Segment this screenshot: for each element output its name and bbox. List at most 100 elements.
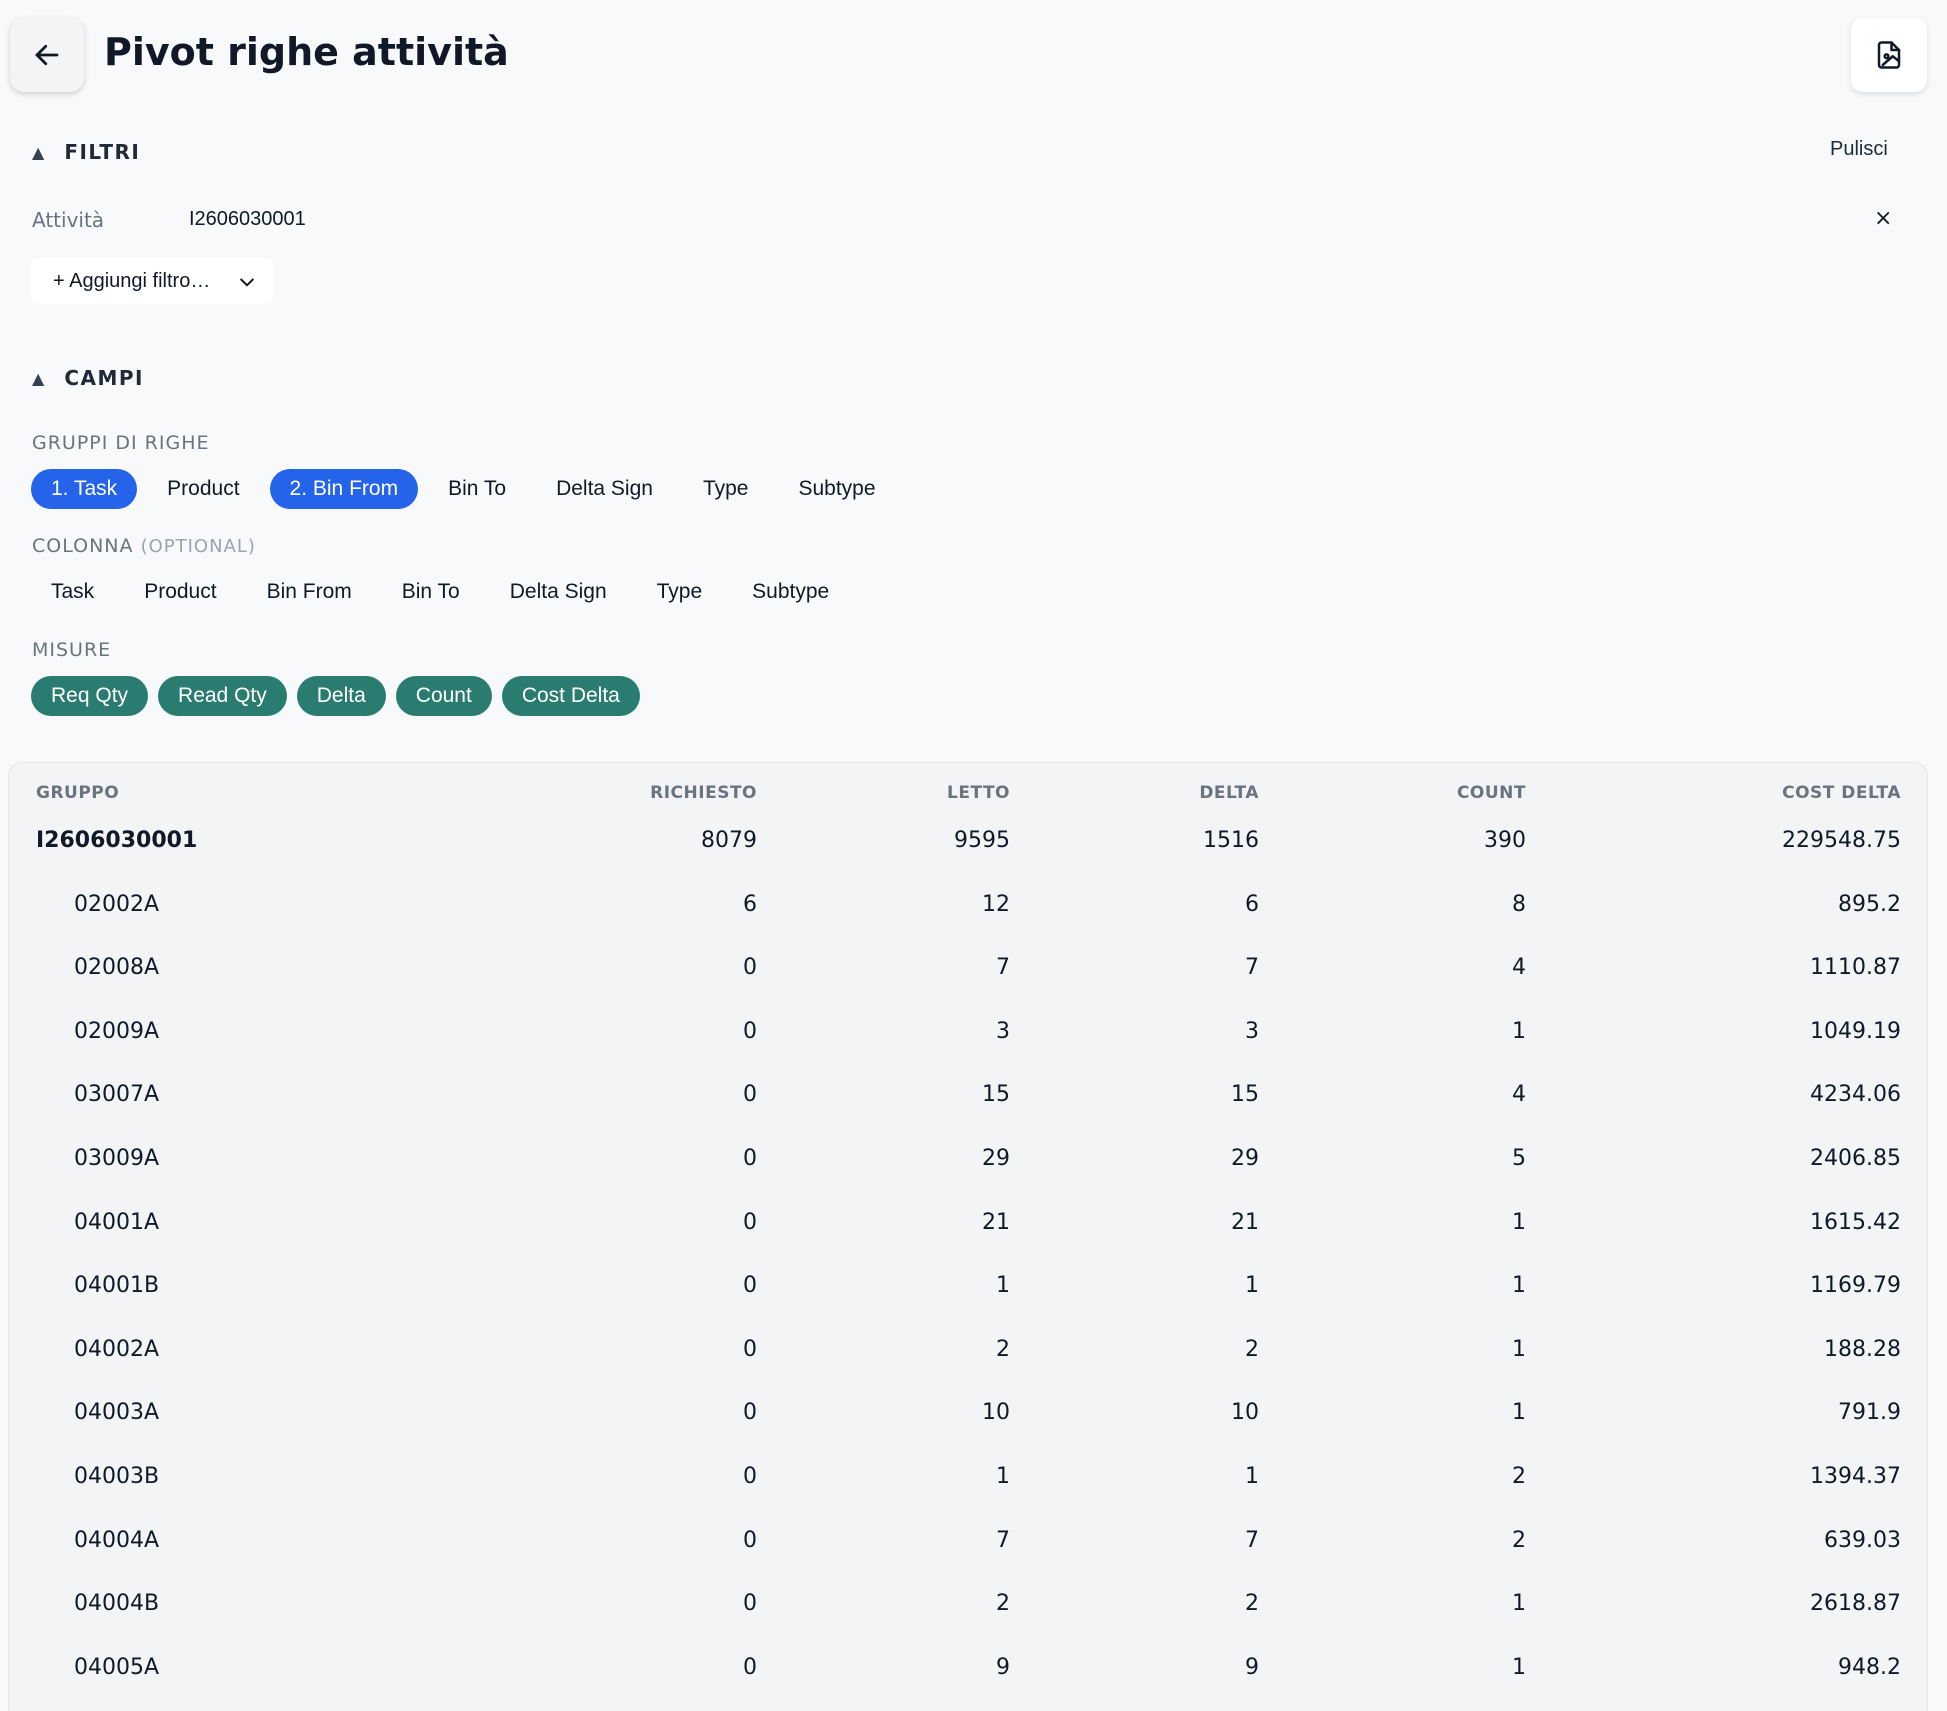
column-chip-delta-sign[interactable]: Delta Sign	[490, 572, 627, 612]
cell-cost-delta: 1615.42	[1810, 1209, 1901, 1235]
row-group-chip-subtype[interactable]: Subtype	[778, 469, 895, 509]
cell-gruppo: 04004A	[74, 1527, 160, 1553]
clear-filters-button[interactable]: Pulisci	[1830, 138, 1888, 161]
column-header-cost-delta[interactable]: COST DELTA	[1782, 783, 1901, 803]
table-row[interactable]: 02002A 6 12 6 8 895.2	[9, 873, 1927, 937]
cell-cost-delta: 1049.19	[1810, 1018, 1901, 1044]
export-button[interactable]	[1851, 18, 1927, 92]
cell-gruppo: 02008A	[74, 955, 160, 981]
row-group-chip-bin-to[interactable]: Bin To	[428, 469, 526, 509]
table-row[interactable]: 04004B 0 2 2 1 2618.87	[9, 1572, 1927, 1636]
column-header-count[interactable]: COUNT	[1457, 783, 1526, 803]
fields-section-label: CAMPI	[64, 366, 144, 390]
cell-gruppo: 04001A	[74, 1209, 160, 1235]
table-group-row[interactable]: I2606030001 8079 9595 1516 390 229548.75	[9, 809, 1927, 873]
back-button[interactable]	[10, 18, 84, 92]
fields-section-toggle[interactable]: ▲ CAMPI	[32, 366, 144, 390]
row-groups-chips: 1. Task Product 2. Bin From Bin To Delta…	[31, 469, 906, 509]
row-group-chip-delta-sign[interactable]: Delta Sign	[536, 469, 673, 509]
cell-count: 4	[1512, 1082, 1526, 1108]
cell-count: 1	[1512, 1654, 1526, 1680]
cell-letto: 10	[982, 1400, 1010, 1426]
measure-chip-cost-delta[interactable]: Cost Delta	[501, 676, 640, 716]
measure-chip-read-qty[interactable]: Read Qty	[158, 676, 287, 716]
table-row[interactable]: 04003B 0 1 1 2 1394.37	[9, 1445, 1927, 1509]
cell-richiesto: 0	[743, 1591, 757, 1617]
cell-cost-delta: 229548.75	[1782, 828, 1901, 853]
cell-count: 2	[1512, 1527, 1526, 1553]
chevron-down-icon	[240, 278, 254, 287]
measures-label: MISURE	[32, 639, 112, 661]
cell-delta: 2	[1245, 1591, 1259, 1617]
column-chip-product[interactable]: Product	[124, 572, 236, 612]
add-filter-dropdown[interactable]: + Aggiungi filtro…	[31, 258, 273, 304]
table-row[interactable]: 02008A 0 7 7 4 1110.87	[9, 936, 1927, 1000]
measures-chips: Req Qty Read Qty Delta Count Cost Delta	[31, 676, 650, 716]
cell-gruppo: 03009A	[74, 1146, 160, 1171]
cell-delta: 3	[1245, 1018, 1259, 1044]
measure-chip-delta[interactable]: Delta	[296, 676, 386, 716]
table-row[interactable]: 04004A 0 7 7 2 639.03	[9, 1509, 1927, 1573]
cell-gruppo: 04003B	[74, 1464, 160, 1489]
column-chip-subtype[interactable]: Subtype	[732, 572, 849, 612]
filters-section-toggle[interactable]: ▲ FILTRI	[32, 140, 140, 164]
cell-cost-delta: 639.03	[1824, 1527, 1901, 1553]
table-row[interactable]: 02009A 0 3 3 1 1049.19	[9, 1000, 1927, 1064]
cell-count: 390	[1484, 828, 1526, 853]
cell-letto: 1	[996, 1464, 1010, 1489]
close-icon[interactable]: ×	[1874, 206, 1892, 231]
measure-chip-req-qty[interactable]: Req Qty	[31, 676, 149, 716]
table-row[interactable]: 04002A 0 2 2 1 188.28	[9, 1318, 1927, 1382]
measure-chip-count[interactable]: Count	[395, 676, 492, 716]
row-group-chip-type[interactable]: Type	[683, 469, 769, 509]
page-header: Pivot righe attività	[0, 0, 1947, 110]
cell-richiesto: 8079	[701, 828, 757, 853]
cell-gruppo: 04005A	[74, 1654, 160, 1680]
cell-gruppo: 04002A	[74, 1336, 160, 1362]
cell-letto: 2	[996, 1591, 1010, 1617]
collapse-triangle-icon: ▲	[32, 368, 45, 388]
cell-delta: 21	[1231, 1209, 1259, 1235]
cell-letto: 29	[982, 1146, 1010, 1171]
cell-cost-delta: 1110.87	[1810, 955, 1901, 981]
cell-delta: 7	[1245, 955, 1259, 981]
filter-value[interactable]: I2606030001	[189, 208, 306, 231]
table-row[interactable]: 04001A 0 21 21 1 1615.42	[9, 1191, 1927, 1255]
column-header-gruppo[interactable]: GRUPPO	[36, 783, 119, 803]
cell-count: 1	[1512, 1336, 1526, 1362]
file-image-icon	[1877, 41, 1901, 69]
column-header-richiesto[interactable]: RICHIESTO	[650, 783, 757, 803]
cell-letto: 9595	[954, 828, 1010, 853]
cell-gruppo: 02009A	[74, 1018, 160, 1044]
column-chip-bin-from[interactable]: Bin From	[247, 572, 372, 612]
table-row[interactable]: 03007A 0 15 15 4 4234.06	[9, 1063, 1927, 1127]
cell-count: 1	[1512, 1591, 1526, 1617]
cell-count: 1	[1512, 1209, 1526, 1235]
cell-richiesto: 0	[743, 1082, 757, 1108]
cell-letto: 7	[996, 955, 1010, 981]
cell-richiesto: 0	[743, 1018, 757, 1044]
cell-gruppo: 03007A	[74, 1082, 160, 1108]
row-group-chip-task[interactable]: 1. Task	[31, 469, 138, 509]
column-header-letto[interactable]: LETTO	[947, 783, 1010, 803]
column-label: COLONNA (OPTIONAL)	[32, 535, 256, 557]
table-row[interactable]: 04003A 0 10 10 1 791.9	[9, 1381, 1927, 1445]
column-chip-type[interactable]: Type	[637, 572, 723, 612]
cell-gruppo: 04004B	[74, 1591, 160, 1617]
column-header-delta[interactable]: DELTA	[1199, 783, 1259, 803]
table-row[interactable]: 04005A 0 9 9 1 948.2	[9, 1636, 1927, 1700]
cell-delta: 1516	[1203, 828, 1259, 853]
column-chip-task[interactable]: Task	[31, 572, 114, 612]
row-group-chip-bin-from[interactable]: 2. Bin From	[269, 469, 419, 509]
cell-letto: 9	[996, 1654, 1010, 1680]
row-group-chip-product[interactable]: Product	[147, 469, 259, 509]
table-row[interactable]: 03009A 0 29 29 5 2406.85	[9, 1127, 1927, 1191]
table-row[interactable]: 04001B 0 1 1 1 1169.79	[9, 1254, 1927, 1318]
cell-richiesto: 0	[743, 1146, 757, 1171]
column-chip-bin-to[interactable]: Bin To	[382, 572, 480, 612]
cell-cost-delta: 188.28	[1824, 1336, 1901, 1362]
cell-count: 2	[1512, 1464, 1526, 1489]
cell-delta: 29	[1231, 1146, 1259, 1171]
cell-richiesto: 0	[743, 1273, 757, 1299]
cell-delta: 1	[1245, 1273, 1259, 1299]
